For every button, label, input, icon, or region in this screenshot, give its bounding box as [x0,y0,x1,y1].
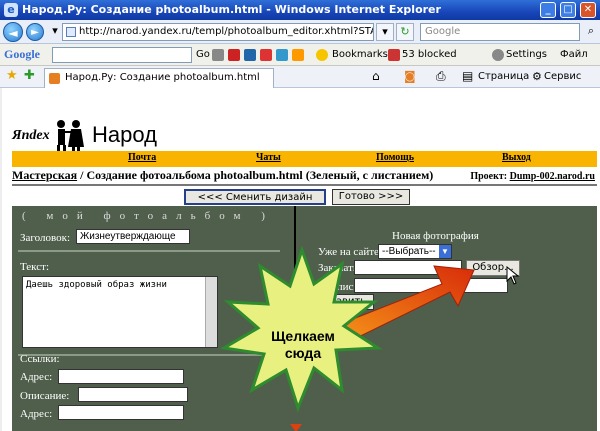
heading-input[interactable]: Жизнеутверждающе [76,229,190,244]
gmail-icon[interactable] [260,49,272,61]
callout-text: Щелкаем сюда [271,328,335,361]
forward-icon[interactable]: ► [26,23,44,41]
tools-gear-icon: ⚙ [532,70,542,83]
tools-menu[interactable]: Сервис [544,71,581,82]
back-icon[interactable]: ◄ [3,22,23,42]
window-title-bar: e Народ.Ру: Создание photoalbum.html - W… [0,0,600,20]
blocked-count[interactable]: 53 blocked [402,49,457,60]
narod-logo-text: Народ [92,122,157,147]
burst-arrow-tip [290,424,302,431]
minimize-button[interactable]: _ [540,2,556,18]
toolbar-icon-6[interactable] [292,49,304,61]
nav-logout[interactable]: Выход [502,152,531,163]
description-input[interactable] [78,387,188,402]
page-content: Яndex Народ Почта Чаты Помощь Выход Маст… [0,88,600,431]
star-icon [316,49,328,61]
google-logo: Google [4,47,40,61]
toolbar-icon-2[interactable] [228,49,240,61]
yandex-logo-text: Яndex [12,128,50,143]
caption-input[interactable] [354,278,508,293]
google-toolbar: Google Go Bookmarks 53 blocked Settings … [0,44,600,66]
google-go-button[interactable]: Go [196,49,210,60]
address-input-1[interactable] [58,369,184,384]
nav-help[interactable]: Помощь [376,152,414,163]
toolbar-icon-1[interactable] [212,49,224,61]
page-icon [66,27,76,37]
editor-panel: ( мой фотоальбом ) Заголовок: Жизнеутвер… [12,206,597,431]
done-button[interactable]: Готово >>> [332,189,410,205]
file-menu[interactable]: Файл [560,49,588,60]
mouse-cursor-icon [506,266,520,285]
window-title: Народ.Ру: Создание photoalbum.html - Win… [22,3,441,16]
links-label: Ссылки: [20,353,60,365]
on-site-label: Уже на сайте: [318,246,382,258]
project-link[interactable]: Dump-002.narod.ru [510,171,595,182]
text-area-value: Даешь здоровый образ жизни [26,280,167,290]
divider [18,250,280,252]
project-label: Проект: [470,171,508,182]
tab-favicon [49,73,60,84]
tab-title: Народ.Ру: Создание photoalbum.html [65,72,260,83]
address-label-2: Адрес: [20,408,53,420]
page-title: / Создание фотоальбома photoalbum.html (… [77,168,434,182]
nav-mail[interactable]: Почта [128,152,156,163]
settings-menu[interactable]: Settings [506,49,547,60]
site-nav-bar: Почта Чаты Помощь Выход [12,151,597,167]
rss-icon[interactable]: ◙ [404,69,416,83]
refresh-icon[interactable]: ↻ [396,23,414,41]
address-input-2[interactable] [58,405,184,420]
home-icon[interactable]: ⌂ [372,69,380,83]
bookmarks-menu[interactable]: Bookmarks [332,49,388,60]
popup-blocker-icon [388,49,400,61]
address-input[interactable]: http://narod.yandex.ru/templ/photoalbum_… [62,23,374,41]
ie-app-icon: e [4,3,18,17]
favorites-star-icon[interactable]: ★ [6,68,18,83]
select-chevron-icon[interactable]: ▼ [439,245,451,258]
project-info: Проект: Dump-002.narod.ru [470,171,595,182]
new-photo-heading: Новая фотография [392,230,479,242]
print-icon[interactable]: ⎙ [436,69,446,84]
close-button[interactable]: ✕ [580,2,596,18]
callout-line [294,206,296,296]
breadcrumb-workshop[interactable]: Мастерская [12,168,77,182]
text-area-scrollbar[interactable] [205,277,217,347]
album-title: ( мой фотоальбом ) [22,210,274,222]
upload-file-input[interactable] [354,260,462,275]
search-input[interactable]: Google [420,23,580,41]
address-url: http://narod.yandex.ru/templ/photoalbum_… [79,26,374,37]
google-search-input[interactable] [52,47,192,63]
search-icon[interactable]: ⌕ [582,23,600,41]
tab-row: ★ ✚ Народ.Ру: Создание photoalbum.html ⌂… [0,66,600,88]
add-favorites-icon[interactable]: ✚ [24,68,35,83]
text-area[interactable]: Даешь здоровый образ жизни [22,276,218,348]
breadcrumb: Мастерская / Создание фотоальбома photoa… [12,168,597,186]
page-icon: ▤ [462,69,474,83]
toolbar-icon-3[interactable] [244,49,256,61]
toolbar-icon-5[interactable] [276,49,288,61]
address-row: ◄ ► ▾ http://narod.yandex.ru/templ/photo… [0,20,600,44]
page-menu[interactable]: Страница [478,71,529,82]
on-site-select[interactable]: --Выбрать-- ▼ [378,244,452,259]
address-label: Адрес: [20,371,53,383]
settings-gear-icon [492,49,504,61]
browser-tab[interactable]: Народ.Ру: Создание photoalbum.html [44,68,274,88]
add-photo-button[interactable]: Добавить [308,294,374,310]
maximize-button[interactable]: □ [560,2,576,18]
address-dropdown-icon[interactable]: ▾ [376,23,394,41]
heading-label: Заголовок: [20,232,70,244]
nav-chats[interactable]: Чаты [256,152,281,163]
description-label: Описание: [20,390,70,402]
text-label: Текст: [20,261,49,273]
on-site-select-value: --Выбрать-- [382,246,436,257]
change-design-button[interactable]: <<< Сменить дизайн [184,189,326,205]
